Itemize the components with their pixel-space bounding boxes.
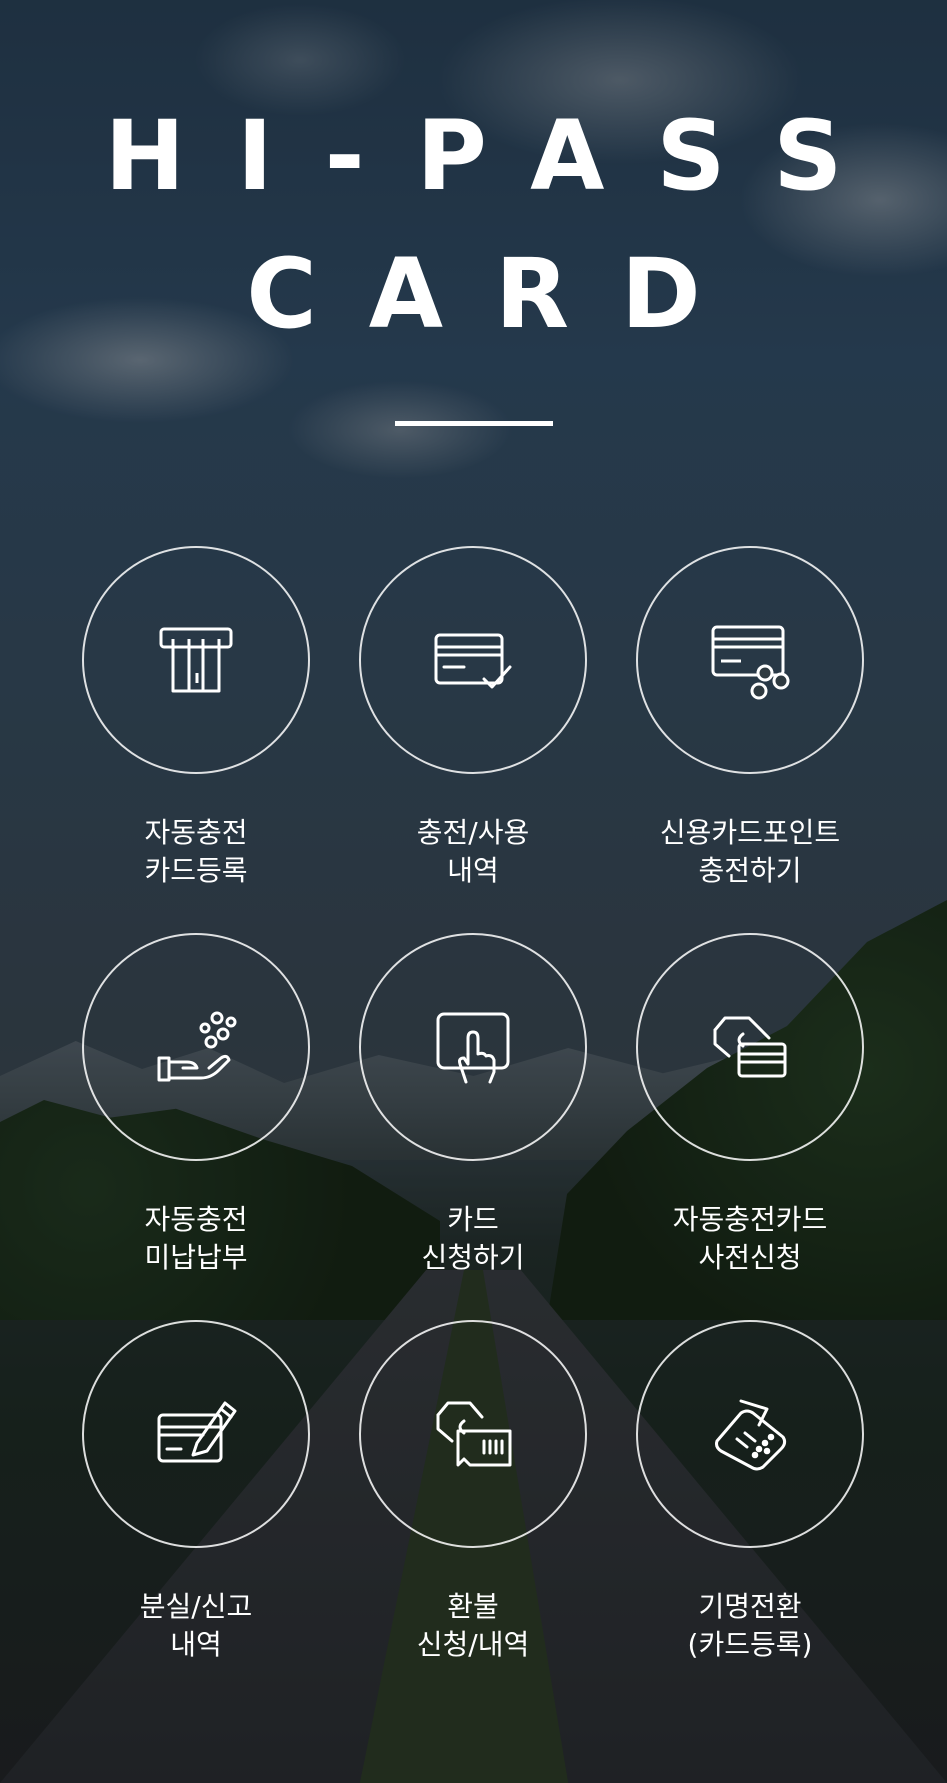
menu-label-line2: 충전하기 — [698, 854, 802, 887]
menu-lost-report-history[interactable]: 분실/신고 내역 — [58, 1320, 334, 1664]
menu-auto-charge-card-register[interactable]: 자동충전 카드등록 — [58, 546, 334, 890]
menu-label-line1: 충전/사용 — [416, 816, 530, 849]
menu-label-line2: 신청하기 — [421, 1241, 525, 1274]
menu-label: 자동충전카드 사전신청 — [612, 1201, 888, 1277]
menu-label: 분실/신고 내역 — [58, 1588, 334, 1664]
menu-label-line1: 카드 — [447, 1203, 499, 1236]
menu-label-line1: 자동충전 — [144, 816, 248, 849]
menu-circle[interactable] — [82, 1320, 310, 1548]
menu-label: 카드 신청하기 — [335, 1201, 611, 1277]
menu-circle[interactable] — [636, 933, 864, 1161]
menu-label-line1: 자동충전카드 — [672, 1203, 828, 1236]
menu-circle[interactable] — [636, 546, 864, 774]
menu-label-line2: 카드등록 — [144, 854, 248, 887]
card-insert-icon — [159, 627, 233, 693]
page-title-line2: CARD — [246, 238, 753, 350]
menu-label: 기명전환 (카드등록) — [612, 1588, 888, 1664]
hand-card-icon — [713, 1016, 787, 1078]
menu-label: 환불 신청/내역 — [335, 1588, 611, 1664]
menu-label-line2: (카드등록) — [687, 1628, 813, 1661]
page-title-line1: HI-PASS — [104, 100, 895, 212]
menu-circle[interactable] — [359, 1320, 587, 1548]
menu-label: 신용카드포인트 충전하기 — [612, 814, 888, 890]
menu-charge-usage-history[interactable]: 충전/사용 내역 — [335, 546, 611, 890]
menu-circle[interactable] — [82, 546, 310, 774]
menu-card-apply[interactable]: 카드 신청하기 — [335, 933, 611, 1277]
hand-coins-icon — [157, 1011, 237, 1082]
card-coins-icon — [711, 625, 790, 700]
menu-auto-charge-card-preapply[interactable]: 자동충전카드 사전신청 — [612, 933, 888, 1277]
menu-label-line2: 내역 — [447, 854, 499, 887]
menu-name-conversion-card-register[interactable]: 기명전환 (카드등록) — [612, 1320, 888, 1664]
menu-label-line2: 신청/내역 — [416, 1628, 530, 1661]
menu-label-line1: 분실/신고 — [139, 1590, 253, 1623]
menu-label-line2: 사전신청 — [698, 1241, 802, 1274]
menu-circle[interactable] — [82, 933, 310, 1161]
card-pen-icon — [157, 1401, 237, 1463]
menu-refund-apply-history[interactable]: 환불 신청/내역 — [335, 1320, 611, 1664]
menu-circle[interactable] — [359, 546, 587, 774]
hand-ticket-icon — [436, 1401, 512, 1467]
menu-label-line2: 미납납부 — [144, 1241, 248, 1274]
menu-circle[interactable] — [636, 1320, 864, 1548]
menu-credit-point-charge[interactable]: 신용카드포인트 충전하기 — [612, 546, 888, 890]
title-divider — [395, 421, 553, 426]
menu-label-line1: 신용카드포인트 — [659, 816, 841, 849]
menu-label: 자동충전 카드등록 — [58, 814, 334, 890]
menu-label-line1: 자동충전 — [144, 1203, 248, 1236]
menu-label-line1: 기명전환 — [698, 1590, 802, 1623]
menu-label: 자동충전 미납납부 — [58, 1201, 334, 1277]
card-terminal-icon — [715, 1399, 787, 1471]
card-check-icon — [434, 633, 512, 689]
menu-label-line2: 내역 — [170, 1628, 222, 1661]
menu-label-line1: 환불 — [447, 1590, 499, 1623]
menu-label: 충전/사용 내역 — [335, 814, 611, 890]
tap-finger-icon — [436, 1012, 510, 1084]
menu-auto-charge-unpaid[interactable]: 자동충전 미납납부 — [58, 933, 334, 1277]
menu-circle[interactable] — [359, 933, 587, 1161]
